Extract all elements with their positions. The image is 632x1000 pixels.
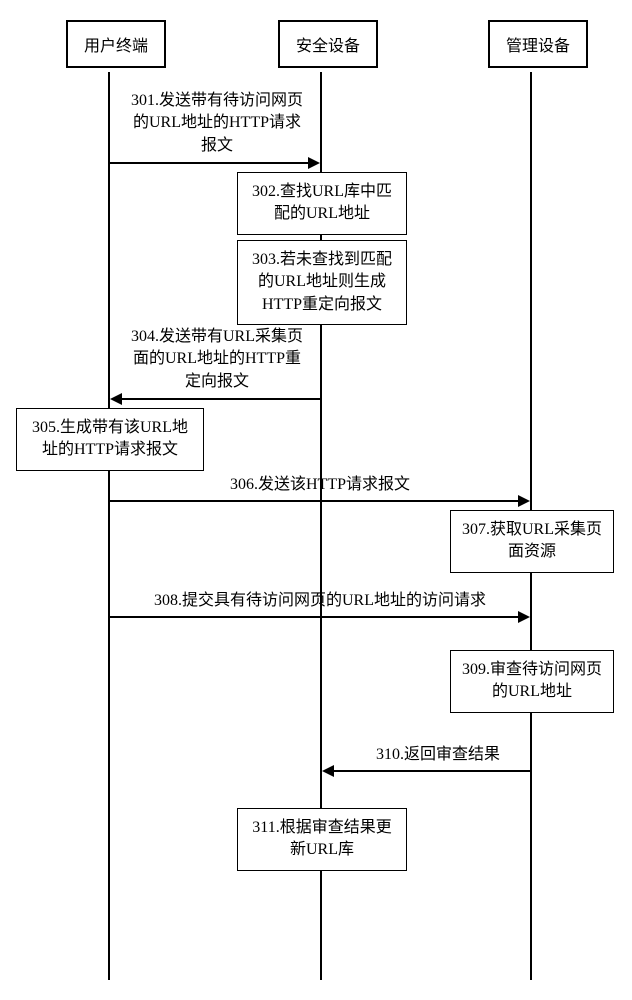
- msg-306-label: 306.发送该HTTP请求报文: [200, 474, 440, 496]
- msg-310-label: 310.返回审查结果: [358, 744, 518, 766]
- participant-label: 管理设备: [506, 38, 570, 55]
- msg-308-label: 308.提交具有待访问网页的URL地址的访问请求: [138, 590, 502, 612]
- activity-309-label: 309.审查待访问网页的URL地址: [462, 661, 602, 700]
- msg-304-arrowhead: [110, 393, 122, 405]
- activity-302: 302.查找URL库中匹配的URL地址: [237, 172, 407, 235]
- msg-308-arrow: [110, 616, 518, 618]
- activity-309: 309.审查待访问网页的URL地址: [450, 650, 614, 713]
- msg-306-arrow: [110, 500, 518, 502]
- msg-310-arrow: [334, 770, 530, 772]
- participant-user-terminal: 用户终端: [66, 20, 166, 68]
- activity-305-label: 305.生成带有该URL地址的HTTP请求报文: [32, 419, 188, 458]
- activity-303: 303.若未查找到匹配的URL地址则生成HTTP重定向报文: [237, 240, 407, 325]
- activity-302-label: 302.查找URL库中匹配的URL地址: [252, 183, 392, 222]
- activity-311: 311.根据审查结果更新URL库: [237, 808, 407, 871]
- msg-308-arrowhead: [518, 611, 530, 623]
- participant-label: 用户终端: [84, 38, 148, 55]
- msg-304-arrow: [122, 398, 320, 400]
- lifeline-user-terminal: [108, 72, 110, 980]
- participant-management-device: 管理设备: [488, 20, 588, 68]
- activity-307: 307.获取URL采集页面资源: [450, 510, 614, 573]
- activity-303-label: 303.若未查找到匹配的URL地址则生成HTTP重定向报文: [252, 251, 392, 313]
- msg-304-label: 304.发送带有URL采集页面的URL地址的HTTP重定向报文: [128, 326, 306, 393]
- msg-306-arrowhead: [518, 495, 530, 507]
- activity-311-label: 311.根据审查结果更新URL库: [252, 819, 391, 858]
- msg-301-arrow: [110, 162, 310, 164]
- msg-301-label: 301.发送带有待访问网页的URL地址的HTTP请求报文: [128, 90, 306, 157]
- msg-301-arrowhead: [308, 157, 320, 169]
- activity-307-label: 307.获取URL采集页面资源: [462, 521, 602, 560]
- msg-310-arrowhead: [322, 765, 334, 777]
- activity-305: 305.生成带有该URL地址的HTTP请求报文: [16, 408, 204, 471]
- participant-label: 安全设备: [296, 38, 360, 55]
- participant-security-device: 安全设备: [278, 20, 378, 68]
